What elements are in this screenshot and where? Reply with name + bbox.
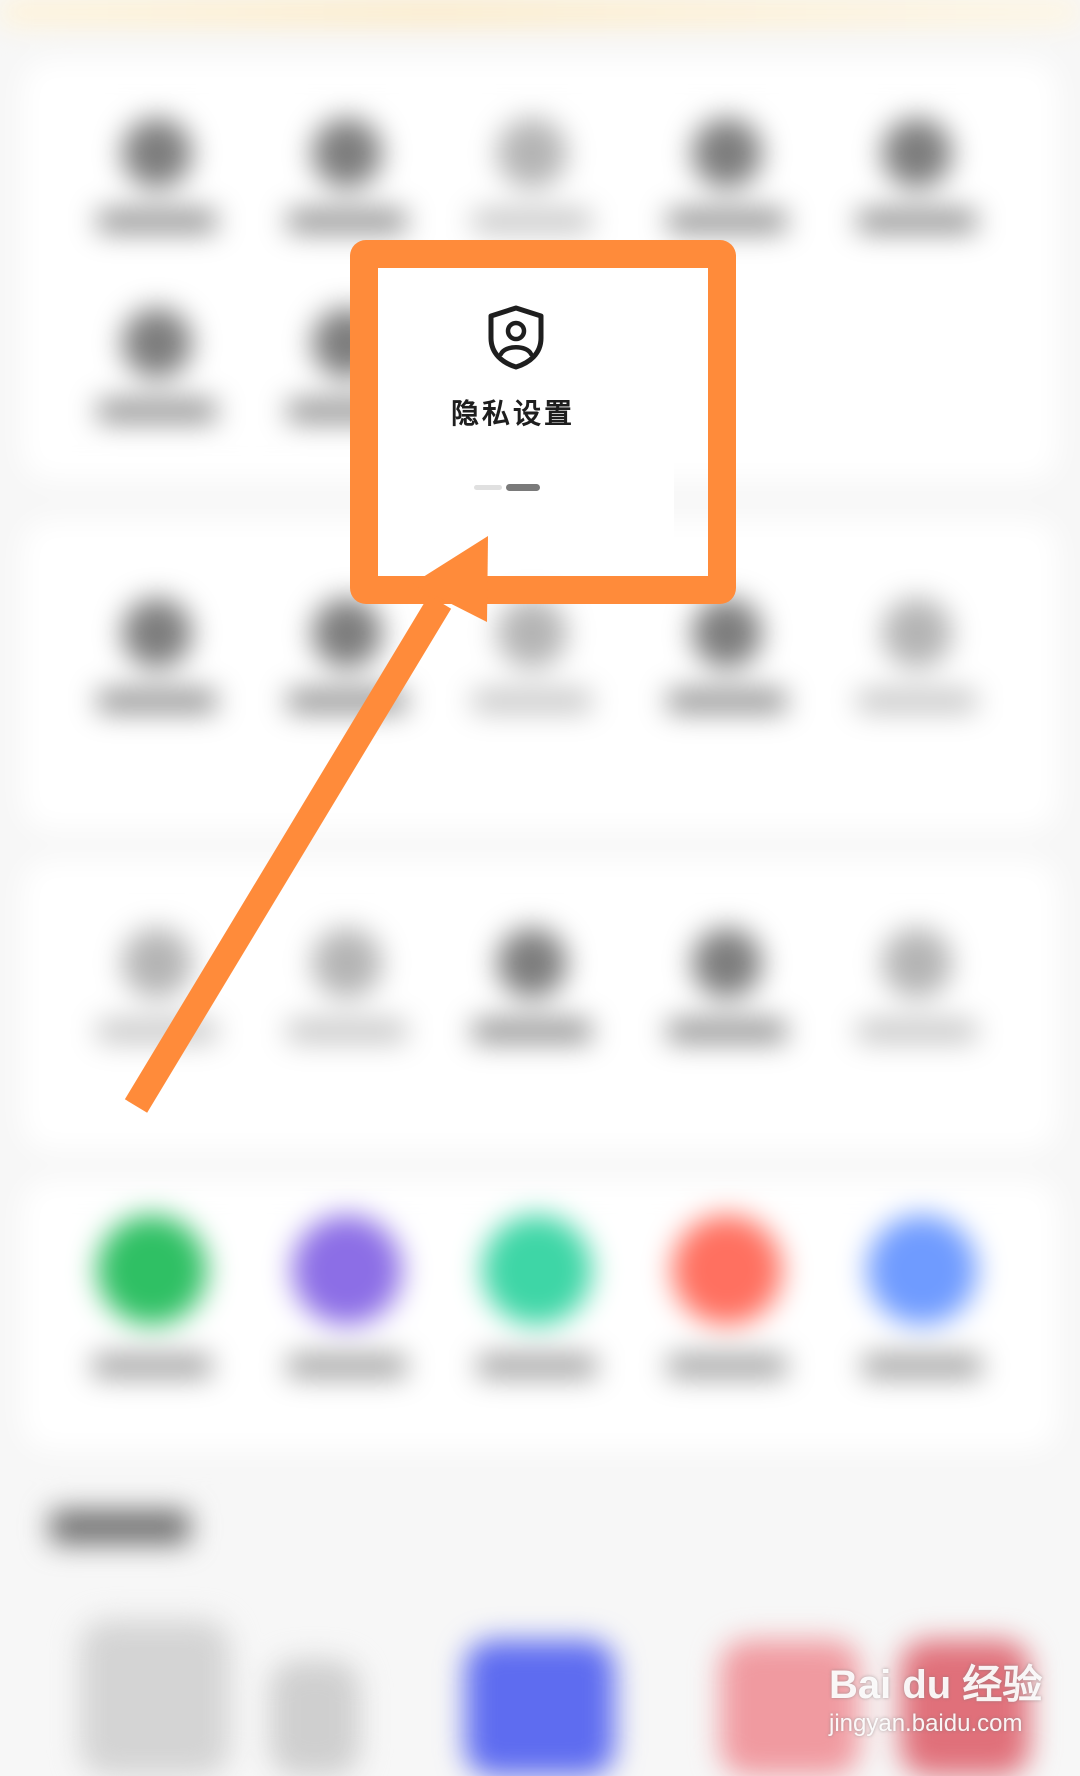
watermark-brand: Bai du 经验 — [829, 1663, 1043, 1707]
watermark-url: jingyan.baidu.com — [829, 1710, 1023, 1737]
annotation-arrow — [124, 536, 488, 1113]
baidu-watermark: Bai du 经验 jingyan.baidu.com — [825, 1652, 1065, 1762]
